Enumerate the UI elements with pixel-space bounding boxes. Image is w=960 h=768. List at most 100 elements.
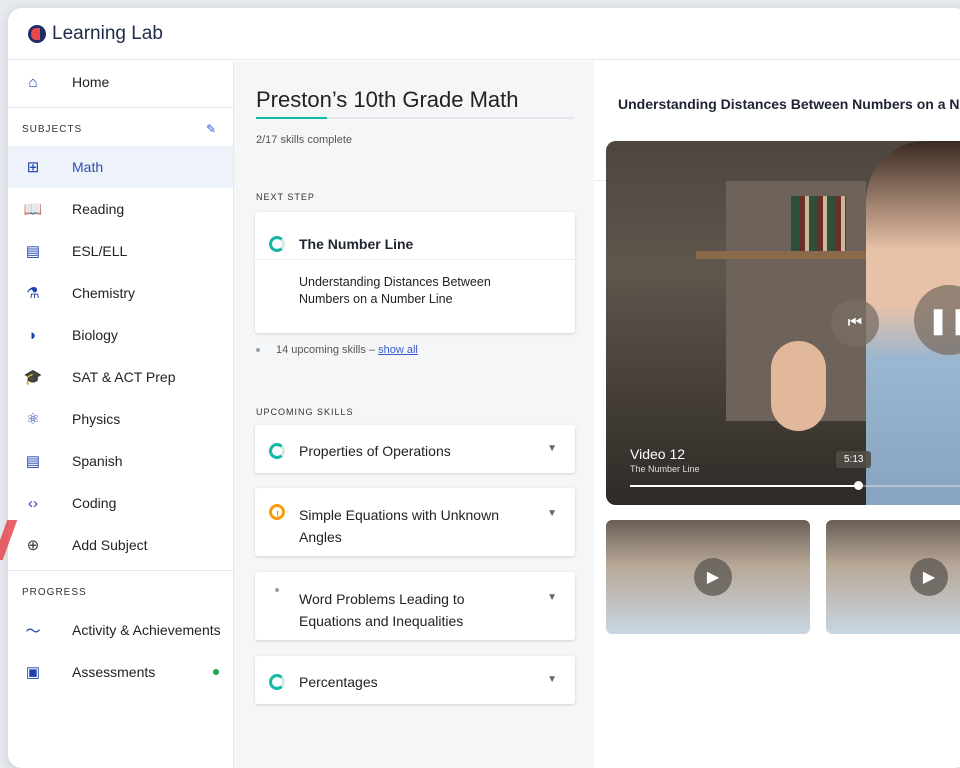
progress-header: PROGRESS xyxy=(8,575,233,609)
sidebar-item-reading[interactable]: 📖 Reading xyxy=(8,188,233,230)
add-subject-button[interactable]: ⊕ Add Subject xyxy=(8,524,233,566)
sidebar-item-home[interactable]: ⌂ Home xyxy=(8,61,233,103)
next-step-header: The Number Line xyxy=(255,212,575,260)
show-all-link[interactable]: show all xyxy=(378,344,418,356)
clipboard-icon: ▣ xyxy=(25,664,41,681)
sidebar: ⌂ Home SUBJECTS ✎ ⊞ Math 📖 Reading ▤ ESL/ELL ⚗… xyxy=(8,61,234,768)
sidebar-item-physics[interactable]: ⚛ Physics xyxy=(8,398,233,440)
physics-icon: ⚛ xyxy=(26,411,40,428)
chevron-down-icon[interactable]: ▼ xyxy=(547,592,557,603)
video-title: Video 12 xyxy=(630,446,686,462)
course-progress-fill xyxy=(256,117,327,119)
video-books xyxy=(791,196,846,251)
course-panel: Preston’s 10th Grade Math 2/17 skills co… xyxy=(234,61,594,768)
skill-card[interactable]: Word Problems Leading to Equations and I… xyxy=(255,572,575,640)
skill-title: Percentages xyxy=(299,674,378,690)
sidebar-item-label: Spanish xyxy=(72,453,123,469)
skill-card[interactable]: Simple Equations with Unknown Angles ▼ xyxy=(255,488,575,556)
next-step-card[interactable]: The Number Line Understanding Distances … xyxy=(255,212,575,333)
video-time: 5:13 xyxy=(836,451,872,468)
sidebar-item-label: Biology xyxy=(72,327,118,343)
book-icon: 📖 xyxy=(23,201,43,218)
page-title: Preston’s 10th Grade Math xyxy=(256,87,519,112)
next-step-title: The Number Line xyxy=(299,235,414,252)
subjects-list: ⊞ Math 📖 Reading ▤ ESL/ELL ⚗ Chemistry ◗ Biology 🎓… xyxy=(8,146,233,524)
leaf-icon: ◗ xyxy=(28,326,38,344)
course-progress-bar xyxy=(256,117,574,119)
section-label: SUBJECTS xyxy=(22,123,83,135)
app-window: Learning Lab ⌂ Home SUBJECTS ✎ ⊞ Math 📖 Rea… xyxy=(8,8,960,768)
sidebar-item-chemistry[interactable]: ⚗ Chemistry xyxy=(8,272,233,314)
video-scrubber[interactable] xyxy=(630,485,960,487)
chevron-down-icon[interactable]: ▼ xyxy=(547,674,557,685)
video-progress-fill xyxy=(630,485,858,487)
next-step-label: NEXT STEP xyxy=(256,192,315,202)
home-icon: ⌂ xyxy=(28,73,38,91)
status-dot xyxy=(213,669,219,675)
app-title: Learning Lab xyxy=(52,22,163,44)
sidebar-item-label: SAT & ACT Prep xyxy=(72,369,176,385)
play-icon: ▶ xyxy=(910,558,948,596)
progress-ring-icon xyxy=(269,235,285,252)
play-icon: ▶ xyxy=(694,558,732,596)
progress-ring-icon xyxy=(269,443,285,459)
sidebar-item-activity-achievements[interactable]: 〜 Activity & Achievements xyxy=(8,609,233,651)
sidebar-item-label: Add Subject xyxy=(72,537,148,553)
divider xyxy=(8,570,233,571)
skill-card[interactable]: Percentages ▼ xyxy=(255,656,575,704)
skill-title: Word Problems Leading to Equations and I… xyxy=(299,591,465,629)
skill-title: Properties of Operations xyxy=(299,443,451,459)
bullet-icon xyxy=(275,588,279,592)
subjects-header: SUBJECTS ✎ xyxy=(8,112,233,146)
sidebar-item-label: Home xyxy=(72,74,110,90)
sidebar-item-label: Physics xyxy=(72,411,121,427)
upcoming-label: UPCOMING SKILLS xyxy=(256,407,354,417)
sidebar-item-label: Activity & Achievements xyxy=(72,622,221,638)
sidebar-item-label: Chemistry xyxy=(72,285,136,301)
previous-icon[interactable]: ⏮ xyxy=(831,299,879,347)
sidebar-item-coding[interactable]: ‹› Coding xyxy=(8,482,233,524)
video-panel: Understanding Distances Between Numbers … xyxy=(594,61,960,768)
upcoming-count-row: 14 upcoming skills – show all xyxy=(256,344,418,356)
lesson-title: Understanding Distances Between Numbers … xyxy=(618,96,960,112)
skill-title: Simple Equations with Unknown Angles xyxy=(299,507,499,545)
progress-list: 〜 Activity & Achievements ▣ Assessments xyxy=(8,609,233,693)
trend-icon: 〜 xyxy=(25,622,41,640)
flask-icon: ⚗ xyxy=(26,285,40,302)
chevron-down-icon[interactable]: ▼ xyxy=(547,508,557,519)
next-step-lesson[interactable]: Understanding Distances Between Numbers … xyxy=(255,260,575,308)
scrubber-handle[interactable] xyxy=(854,481,863,490)
skill-card[interactable]: Properties of Operations ▼ xyxy=(255,425,575,473)
upcoming-count: 14 upcoming skills – xyxy=(276,344,376,356)
grad-cap-icon: 🎓 xyxy=(23,369,43,386)
sidebar-item-biology[interactable]: ◗ Biology xyxy=(8,314,233,356)
app-logo[interactable]: Learning Lab xyxy=(28,23,163,45)
skills-complete: 2/17 skills complete xyxy=(256,134,352,146)
section-label: PROGRESS xyxy=(22,586,87,598)
video-player[interactable]: ⏮ ❚❚ Video 12 The Number Line 5:13 xyxy=(606,141,960,505)
video-thumbnail[interactable]: ▶ xyxy=(826,520,960,634)
warning-icon xyxy=(269,504,285,527)
plus-circle-icon: ⊕ xyxy=(26,537,40,554)
chat-icon: ▤ xyxy=(25,453,41,470)
video-hand xyxy=(771,341,826,431)
video-subtitle: The Number Line xyxy=(630,464,700,474)
sidebar-item-spanish[interactable]: ▤ Spanish xyxy=(8,440,233,482)
sidebar-item-esl-ell[interactable]: ▤ ESL/ELL xyxy=(8,230,233,272)
bullet-icon xyxy=(256,348,260,352)
sidebar-item-label: Coding xyxy=(72,495,117,511)
top-bar: Learning Lab xyxy=(8,8,960,60)
progress-ring-icon xyxy=(269,674,285,690)
sidebar-item-math[interactable]: ⊞ Math xyxy=(8,146,233,188)
code-icon: ‹› xyxy=(28,494,38,512)
calculator-icon: ⊞ xyxy=(26,159,40,176)
chat-icon: ▤ xyxy=(25,243,41,260)
sidebar-item-label: ESL/ELL xyxy=(72,243,128,259)
video-thumbnail[interactable]: ▶ xyxy=(606,520,810,634)
sidebar-item-assessments[interactable]: ▣ Assessments xyxy=(8,651,233,693)
edit-icon[interactable]: ✎ xyxy=(206,122,217,136)
chevron-down-icon[interactable]: ▼ xyxy=(547,443,557,454)
sidebar-item-label: Math xyxy=(72,159,104,175)
sidebar-item-sat-act-prep[interactable]: 🎓 SAT & ACT Prep xyxy=(8,356,233,398)
sidebar-item-label: Assessments xyxy=(72,664,156,680)
